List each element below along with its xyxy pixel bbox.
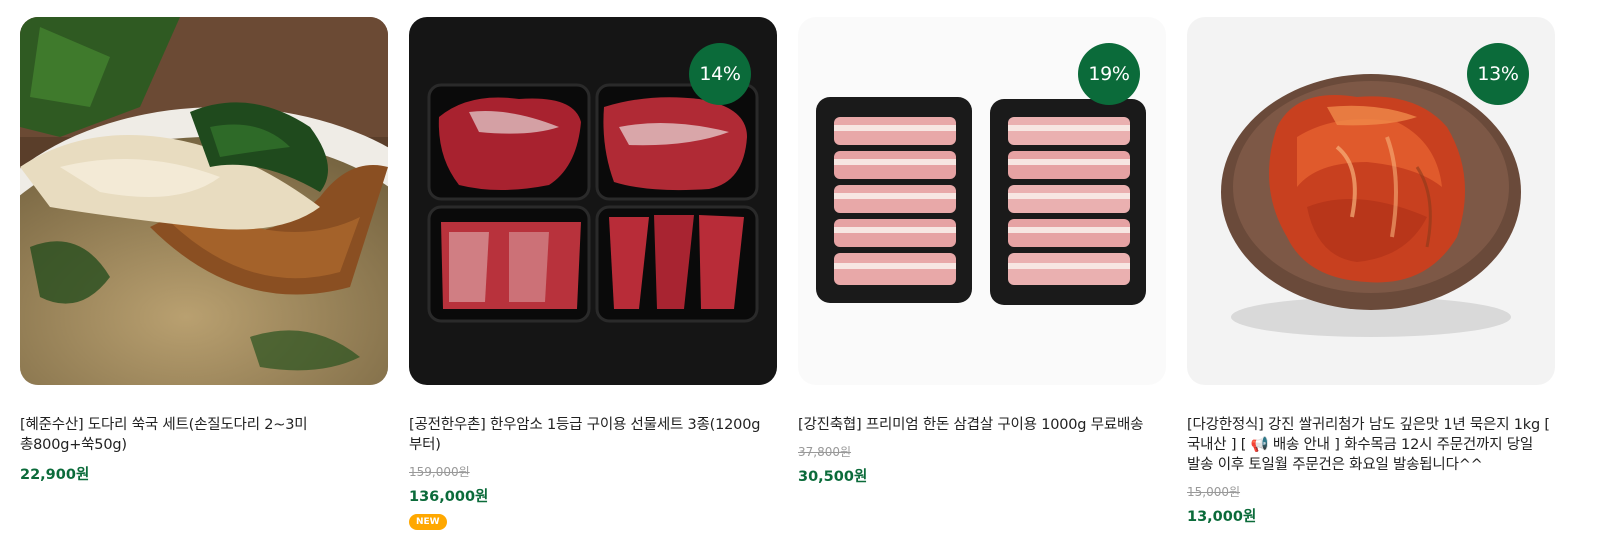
product-card[interactable]: [혜준수산] 도다리 쑥국 세트(손질도다리 2~3미 총800g+쑥50g) …: [20, 17, 388, 530]
sale-price: 13,000원: [1187, 509, 1257, 525]
product-grid: [혜준수산] 도다리 쑥국 세트(손질도다리 2~3미 총800g+쑥50g) …: [20, 17, 1555, 530]
original-price: 15,000원: [1187, 485, 1241, 499]
new-tag: NEW: [409, 514, 447, 530]
product-link[interactable]: [혜준수산] 도다리 쑥국 세트(손질도다리 2~3미 총800g+쑥50g) …: [20, 17, 388, 485]
product-card[interactable]: 14% [공전한우촌] 한우암소 1등급 구이용 선물세트 3종(1200g 부…: [409, 17, 777, 530]
discount-badge: 14%: [689, 43, 751, 105]
product-title[interactable]: [혜준수산] 도다리 쑥국 세트(손질도다리 2~3미 총800g+쑥50g): [20, 415, 388, 455]
sale-price: 30,500원: [798, 469, 868, 485]
product-thumbnail[interactable]: 14%: [409, 17, 777, 385]
product-card[interactable]: 13% [다강한정식] 강진 쌀귀리첨가 남도 깊은맛 1년 묵은지 1kg […: [1187, 17, 1555, 530]
discount-badge: 19%: [1078, 43, 1140, 105]
product-title[interactable]: [강진축협] 프리미엄 한돈 삼겹살 구이용 1000g 무료배송: [798, 415, 1166, 435]
product-thumbnail[interactable]: [20, 17, 388, 385]
sale-price: 22,900원: [20, 467, 90, 483]
product-thumbnail[interactable]: 19%: [798, 17, 1166, 385]
fish-soup-image: [20, 17, 388, 385]
product-thumbnail[interactable]: 13%: [1187, 17, 1555, 385]
product-title[interactable]: [다강한정식] 강진 쌀귀리첨가 남도 깊은맛 1년 묵은지 1kg [ 국내산…: [1187, 415, 1555, 475]
product-link[interactable]: 13% [다강한정식] 강진 쌀귀리첨가 남도 깊은맛 1년 묵은지 1kg […: [1187, 17, 1555, 527]
sale-price: 136,000원: [409, 489, 489, 505]
discount-badge: 13%: [1467, 43, 1529, 105]
product-card[interactable]: 19% [강진축협] 프리미엄 한돈 삼겹살 구이용 1000g 무료배송 37…: [798, 17, 1166, 530]
product-title[interactable]: [공전한우촌] 한우암소 1등급 구이용 선물세트 3종(1200g 부터): [409, 415, 777, 455]
product-link[interactable]: 14% [공전한우촌] 한우암소 1등급 구이용 선물세트 3종(1200g 부…: [409, 17, 777, 530]
original-price: 159,000원: [409, 465, 470, 479]
product-link[interactable]: 19% [강진축협] 프리미엄 한돈 삼겹살 구이용 1000g 무료배송 37…: [798, 17, 1166, 487]
original-price: 37,800원: [798, 445, 852, 459]
